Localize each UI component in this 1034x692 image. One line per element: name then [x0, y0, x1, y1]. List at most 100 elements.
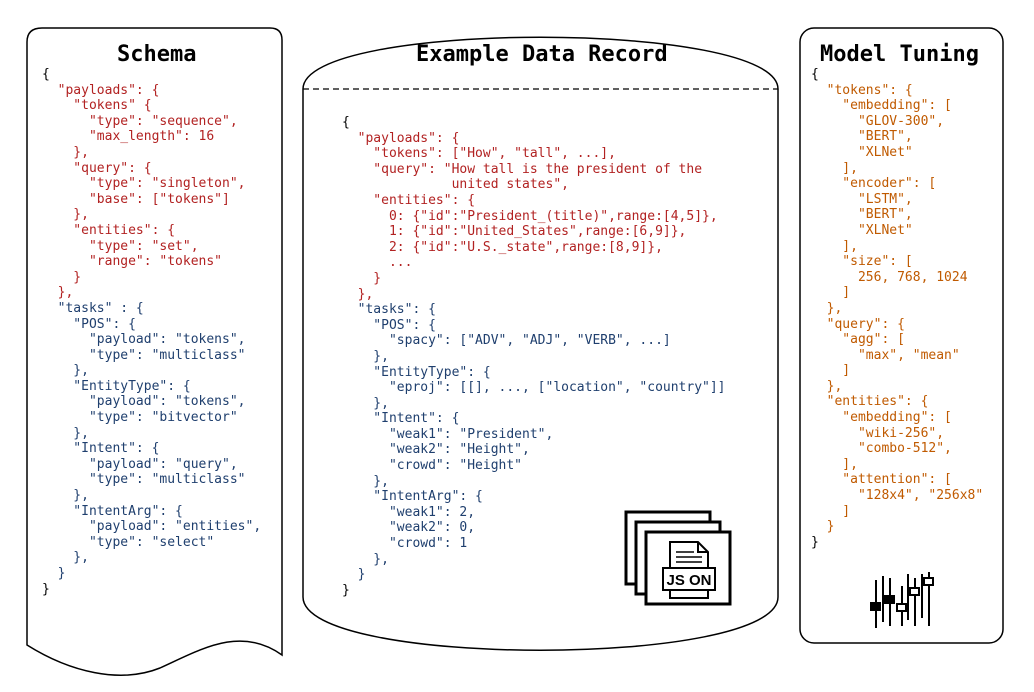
code-token: "embedding": [: [811, 98, 952, 114]
code-token: },: [42, 144, 89, 160]
code-token: {: [42, 67, 50, 82]
code-line: }: [42, 566, 261, 582]
code-token: },: [342, 551, 389, 567]
code-token: "entities": {: [42, 222, 176, 238]
code-line: "crowd": "Height": [342, 458, 726, 474]
code-token: "type": "multiclass": [42, 472, 246, 488]
code-token: {: [811, 67, 819, 82]
code-token: "tasks" : {: [42, 300, 144, 316]
code-token: 1: {"id":"United_States",range:[6,9]},: [342, 224, 687, 240]
code-token: }: [42, 269, 82, 285]
code-token: "payloads": {: [342, 130, 460, 146]
code-line: "payload": "query",: [42, 457, 261, 473]
code-line: "entities": {: [342, 193, 726, 209]
code-line: ],: [811, 161, 983, 177]
code-token: "type": "set",: [42, 238, 199, 254]
record-code-block: { "payloads": { "tokens": ["How", "tall"…: [342, 115, 726, 598]
code-token: "128x4", "256x8": [811, 488, 984, 504]
code-token: "type": "select": [42, 534, 215, 550]
code-token: }: [42, 566, 66, 581]
code-token: },: [342, 348, 389, 364]
code-token: "payload": "entities",: [42, 519, 262, 535]
code-line: {: [342, 115, 726, 131]
code-line: },: [342, 474, 726, 490]
code-line: ...: [342, 255, 726, 271]
code-token: "BERT",: [811, 129, 913, 145]
code-line: "weak2": 0,: [342, 520, 726, 536]
code-token: "payload": "query",: [42, 456, 238, 472]
code-token: "Intent": {: [342, 411, 460, 427]
code-line: "embedding": [: [811, 98, 983, 114]
code-line: },: [42, 426, 261, 442]
code-line: }: [42, 270, 261, 286]
code-line: "LSTM",: [811, 192, 983, 208]
code-token: "wiki-256",: [811, 425, 945, 441]
code-line: "encoder": [: [811, 176, 983, 192]
code-line: "query": {: [811, 317, 983, 333]
code-token: },: [42, 207, 89, 223]
code-token: ]: [811, 285, 851, 301]
code-line: "tasks": {: [342, 302, 726, 318]
code-line: "type": "multiclass": [42, 348, 261, 364]
code-line: "weak1": 2,: [342, 505, 726, 521]
code-token: 0: {"id":"President_(title)",range:[4,5]…: [342, 208, 718, 224]
code-line: }: [811, 535, 983, 551]
code-token: },: [42, 363, 89, 379]
code-token: "EntityType": {: [42, 378, 191, 394]
code-line: "IntentArg": {: [342, 489, 726, 505]
code-token: "eproj": [[], ..., ["location", "country…: [342, 380, 726, 396]
code-token: "combo-512",: [811, 441, 952, 457]
code-token: "query": {: [42, 160, 152, 176]
code-line: }: [42, 582, 261, 598]
code-token: "payloads": {: [42, 82, 160, 98]
code-line: "payload": "tokens",: [42, 394, 261, 410]
code-token: "tokens": ["How", "tall", ...],: [342, 146, 616, 162]
code-line: },: [342, 396, 726, 412]
code-token: "embedding": [: [811, 410, 952, 426]
code-line: "spacy": ["ADV", "ADJ", "VERB", ...]: [342, 333, 726, 349]
code-line: "eproj": [[], ..., ["location", "country…: [342, 380, 726, 396]
code-token: "query": {: [811, 316, 905, 332]
code-line: "attention": [: [811, 472, 983, 488]
code-line: "tasks" : {: [42, 301, 261, 317]
code-token: ],: [811, 238, 858, 254]
code-line: 1: {"id":"United_States",range:[6,9]},: [342, 224, 726, 240]
schema-code-block: { "payloads": { "tokens" { "type": "sequ…: [42, 67, 261, 597]
code-line: "query": {: [42, 161, 261, 177]
code-line: "entities": {: [811, 394, 983, 410]
code-line: "EntityType": {: [42, 379, 261, 395]
code-line: "GLOV-300",: [811, 114, 983, 130]
code-token: },: [342, 286, 374, 302]
code-line: "type": "singleton",: [42, 176, 261, 192]
code-token: ],: [811, 160, 858, 176]
code-token: "POS": {: [342, 317, 436, 333]
code-line: "tokens": ["How", "tall", ...],: [342, 146, 726, 162]
code-token: "payload": "tokens",: [42, 394, 246, 410]
code-line: "payload": "tokens",: [42, 332, 261, 348]
code-line: "agg": [: [811, 332, 983, 348]
code-token: },: [42, 550, 89, 566]
code-token: ...: [342, 255, 413, 271]
code-line: }: [811, 519, 983, 535]
code-line: 0: {"id":"President_(title)",range:[4,5]…: [342, 209, 726, 225]
code-line: "wiki-256",: [811, 426, 983, 442]
schema-title: Schema: [117, 42, 197, 67]
code-line: },: [42, 363, 261, 379]
code-line: ],: [811, 239, 983, 255]
code-token: "payload": "tokens",: [42, 332, 246, 348]
code-line: "payloads": {: [42, 83, 261, 99]
code-line: "POS": {: [42, 317, 261, 333]
code-line: "XLNet": [811, 145, 983, 161]
code-line: },: [811, 379, 983, 395]
code-line: {: [811, 67, 983, 83]
code-line: },: [42, 207, 261, 223]
code-line: "type": "set",: [42, 239, 261, 255]
code-line: "128x4", "256x8": [811, 488, 983, 504]
code-token: "type": "multiclass": [42, 347, 246, 363]
code-line: "BERT",: [811, 129, 983, 145]
code-line: {: [42, 67, 261, 83]
sliders-icon: [870, 572, 934, 628]
code-token: ]: [811, 503, 851, 519]
code-token: "tasks": {: [342, 302, 436, 318]
code-token: "GLOV-300",: [811, 113, 945, 129]
